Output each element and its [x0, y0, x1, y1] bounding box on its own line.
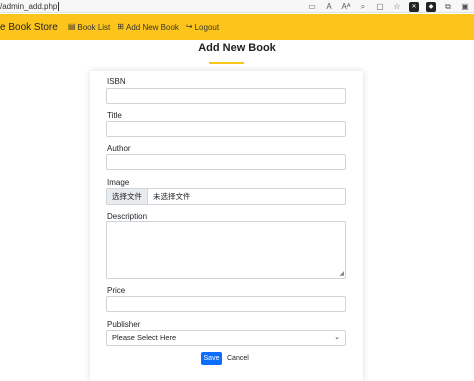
title-input[interactable] [106, 121, 346, 137]
save-button[interactable]: Save [201, 352, 222, 365]
navbar-brand[interactable]: e Book Store [0, 22, 58, 33]
text-caret [58, 2, 60, 12]
nav-links: ▤ Book List ⊞ Add New Book ↪ Logout [68, 23, 219, 32]
add-book-form: ISBN Title Author Image 选择文件 未选择文件 Descr… [90, 71, 363, 381]
collections-icon[interactable]: ▣ [460, 2, 470, 12]
choose-file-button[interactable]: 选择文件 [107, 189, 148, 204]
price-label: Price [107, 286, 126, 295]
title-underline [209, 62, 244, 64]
read-aloud-icon[interactable]: A͏ [324, 2, 334, 12]
logout-icon: ↪ [185, 22, 193, 31]
tab-icon[interactable]: ▭ [307, 2, 317, 12]
image-file-input[interactable]: 选择文件 未选择文件 [106, 188, 346, 205]
resize-grip-icon[interactable]: ◢ [339, 271, 344, 277]
nav-item-logout[interactable]: ↪ Logout [186, 23, 219, 32]
reader-icon[interactable]: ▢ [375, 2, 385, 12]
browser-toolbar: ▭ A͏ Aᴬ ⌕ ▢ ☆ ✕ ◆ ⧉ ▣ [307, 1, 470, 12]
nav-item-add-new-book[interactable]: ⊞ Add New Book [117, 23, 179, 32]
nav-item-label: Add New Book [125, 22, 179, 32]
zoom-icon[interactable]: ⌕ [358, 2, 368, 12]
author-input[interactable] [106, 154, 346, 170]
isbn-input[interactable] [106, 88, 346, 104]
address-text: /admin_add.php [0, 2, 58, 11]
description-label: Description [107, 212, 148, 221]
plus-square-icon: ⊞ [117, 22, 124, 31]
chevron-down-icon: ⌄ [334, 334, 340, 341]
author-label: Author [107, 144, 131, 153]
nav-item-label: Logout [194, 22, 220, 32]
font-size-icon[interactable]: Aᴬ [341, 2, 351, 12]
extension-icon[interactable]: ⧉ [443, 2, 453, 12]
isbn-label: ISBN [107, 77, 126, 86]
publisher-selected: Please Select Here [112, 333, 177, 342]
title-label: Title [107, 111, 122, 120]
list-icon: ▤ [67, 22, 76, 31]
description-textarea[interactable]: ◢ [106, 221, 346, 279]
address-bar[interactable]: /admin_add.php [0, 0, 60, 13]
price-input[interactable] [106, 296, 346, 312]
publisher-select[interactable]: Please Select Here ⌄ [106, 330, 346, 346]
nav-item-book-list[interactable]: ▤ Book List [68, 23, 110, 32]
file-status: 未选择文件 [153, 192, 191, 201]
extension-x-icon[interactable]: ✕ [409, 1, 419, 12]
page-title: Add New Book [198, 42, 276, 54]
publisher-label: Publisher [107, 320, 141, 329]
favorite-icon[interactable]: ☆ [392, 2, 402, 12]
image-label: Image [107, 178, 130, 187]
cancel-button[interactable]: Cancel [227, 352, 249, 365]
browser-bar: /admin_add.php ▭ A͏ Aᴬ ⌕ ▢ ☆ ✕ ◆ ⧉ ▣ [0, 0, 474, 13]
nav-item-label: Book List [77, 22, 111, 32]
navbar: e Book Store ▤ Book List ⊞ Add New Book … [0, 14, 474, 40]
extension-d-icon[interactable]: ◆ [426, 1, 436, 12]
